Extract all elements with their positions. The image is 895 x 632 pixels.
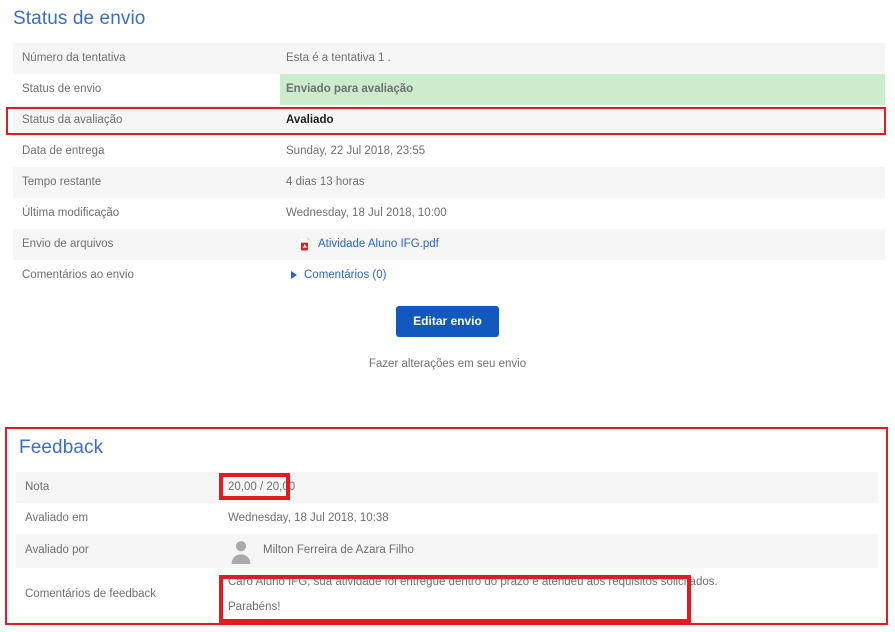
feedback-comment-line-2: Parabéns! [228,600,281,613]
table-row: Envio de arquivos Atividade Aluno IFG.pd… [13,229,885,260]
table-row: Avaliado por Milton Ferreira de Azara Fi… [16,534,878,568]
feedback-table: Nota 20,00 / 20,00 Avaliado em Wednesday… [16,472,878,622]
row-label: Última modificação [13,198,280,229]
table-row: Nota 20,00 / 20,00 [16,472,878,503]
feedback-comment-line-1: Caro Aluno IFG, sua atividade foi entreg… [228,576,718,589]
row-label: Número da tentativa [13,43,280,74]
row-label: Nota [16,472,220,503]
row-value: Comentários (0) [280,260,885,291]
row-label: Status da avaliação [13,105,280,136]
triangle-right-icon[interactable] [291,271,297,280]
submission-status-heading: Status de envio [13,8,146,29]
user-avatar-icon [231,541,251,564]
grader-name: Milton Ferreira de Azara Filho [263,544,414,557]
row-value: Wednesday, 18 Jul 2018, 10:38 [220,503,878,534]
pdf-file-icon [298,236,311,252]
feedback-section: Feedback Nota 20,00 / 20,00 Avaliado em … [5,427,888,625]
assignment-submission-page: Status de envio Número da tentativa Esta… [0,0,895,632]
row-label: Comentários ao envio [13,260,280,291]
table-row: Avaliado em Wednesday, 18 Jul 2018, 10:3… [16,503,878,534]
row-label: Avaliado por [16,534,220,568]
row-value: Caro Aluno IFG, sua atividade foi entreg… [220,568,878,622]
table-row: Número da tentativa Esta é a tentativa 1… [13,43,885,74]
row-value: Esta é a tentativa 1 . [280,43,885,74]
row-value: Wednesday, 18 Jul 2018, 10:00 [280,198,885,229]
table-row: Data de entrega Sunday, 22 Jul 2018, 23:… [13,136,885,167]
table-row: Última modificação Wednesday, 18 Jul 201… [13,198,885,229]
row-value: 4 dias 13 horas [280,167,885,198]
row-label: Avaliado em [16,503,220,534]
row-value: Sunday, 22 Jul 2018, 23:55 [280,136,885,167]
grade-value: 20,00 / 20,00 [220,472,878,503]
row-label: Data de entrega [13,136,280,167]
submitted-file-link[interactable]: Atividade Aluno IFG.pdf [318,237,439,253]
table-row: Comentários ao envio Comentários (0) [13,260,885,291]
row-label: Envio de arquivos [13,229,280,260]
feedback-heading: Feedback [19,437,104,458]
row-label: Tempo restante [13,167,280,198]
row-label: Status de envio [13,74,280,105]
row-value: Avaliado [280,105,885,136]
row-label: Comentários de feedback [16,568,220,622]
table-row: Status da avaliação Avaliado [13,105,885,136]
table-row: Tempo restante 4 dias 13 horas [13,167,885,198]
table-row: Status de envio Enviado para avaliação [13,74,885,105]
submission-status-badge: Enviado para avaliação [280,74,885,105]
grading-status-value: Avaliado [286,113,334,126]
row-value: Milton Ferreira de Azara Filho [220,534,878,568]
row-value: Atividade Aluno IFG.pdf [280,229,885,260]
submission-comments-toggle[interactable]: Comentários (0) [304,268,386,284]
table-row: Comentários de feedback Caro Aluno IFG, … [16,568,878,622]
edit-submission-button[interactable]: Editar envio [396,306,499,337]
submission-status-table: Número da tentativa Esta é a tentativa 1… [13,43,885,291]
submission-actions: Editar envio Fazer alterações em seu env… [0,306,895,370]
edit-submission-hint: Fazer alterações em seu envio [368,358,527,370]
